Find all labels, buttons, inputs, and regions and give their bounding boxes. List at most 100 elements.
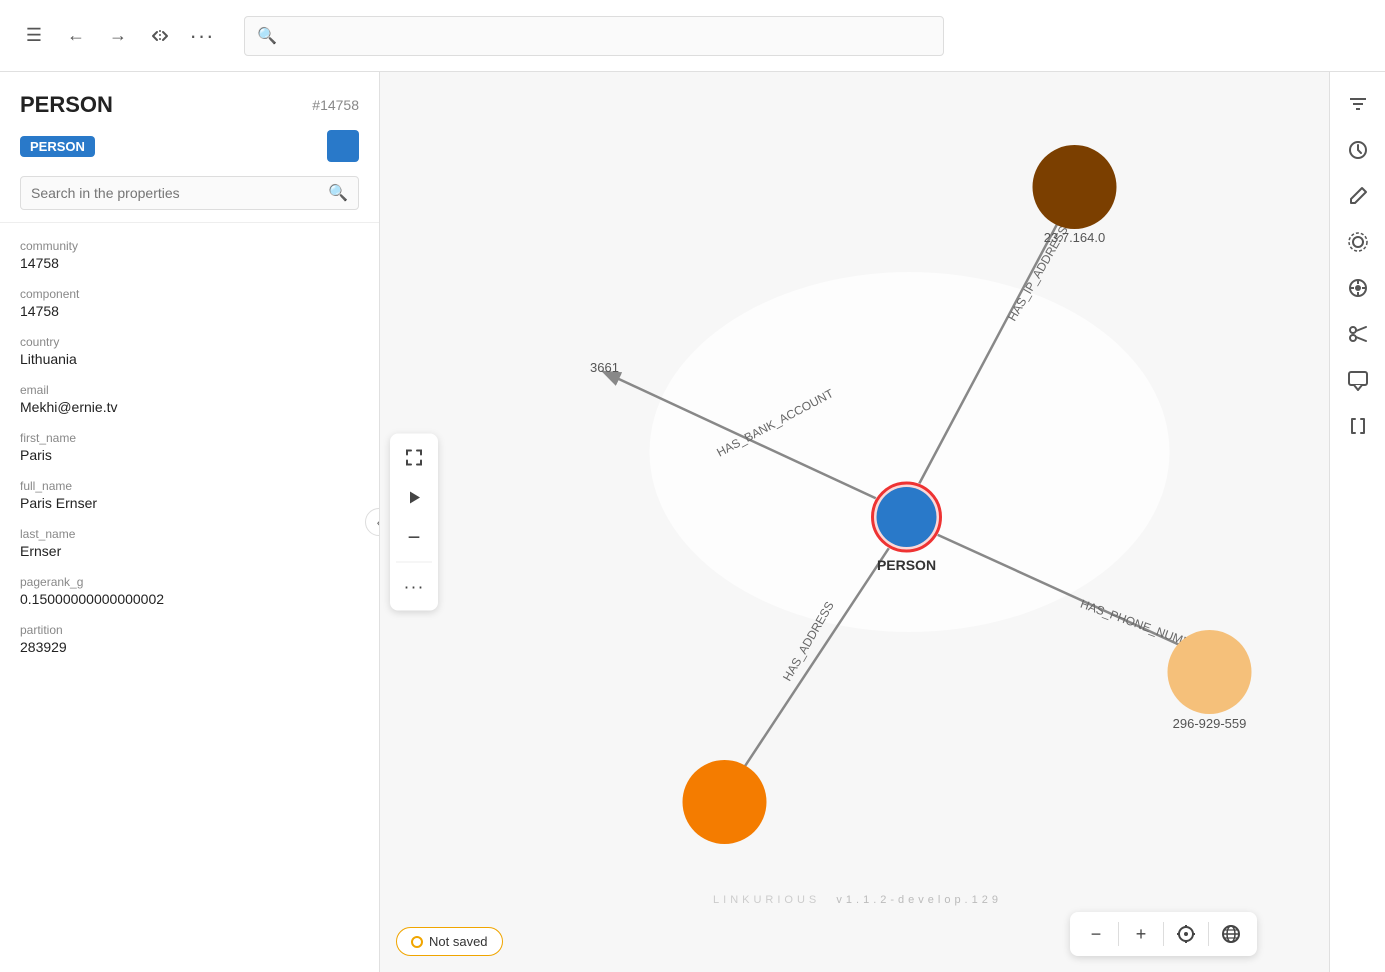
search-icon: 🔍 xyxy=(257,26,277,46)
back-button[interactable]: ← xyxy=(58,18,94,54)
property-item: last_name Ernser xyxy=(0,519,379,567)
prop-key: first_name xyxy=(20,431,359,445)
ip-node-circle[interactable] xyxy=(1033,145,1117,229)
not-saved-button[interactable]: Not saved xyxy=(396,927,503,956)
play-button[interactable] xyxy=(396,480,432,516)
bracket-icon xyxy=(1347,415,1369,437)
not-saved-label: Not saved xyxy=(429,934,488,949)
search-properties-icon: 🔍 xyxy=(328,183,348,203)
prop-key: community xyxy=(20,239,359,253)
more-button[interactable]: ··· xyxy=(184,18,220,54)
edit-icon xyxy=(1348,186,1368,206)
forward-button[interactable]: → xyxy=(100,18,136,54)
node-ip-address[interactable]: 23.7.164.0 xyxy=(1033,145,1117,245)
prop-value: 14758 xyxy=(20,255,359,271)
property-item: partition 283929 xyxy=(0,615,379,663)
fullscreen-button[interactable] xyxy=(396,440,432,476)
scissors-button[interactable] xyxy=(1338,314,1378,354)
property-item: first_name Paris xyxy=(0,423,379,471)
node-bank[interactable]: 3661 xyxy=(590,360,619,375)
zoom-divider xyxy=(1118,922,1119,946)
locate-button[interactable] xyxy=(1168,916,1204,952)
property-item: email Mekhi@ernie.tv xyxy=(0,375,379,423)
center-node-circle[interactable] xyxy=(877,487,937,547)
property-item: full_name Paris Ernser xyxy=(0,471,379,519)
prop-key: country xyxy=(20,335,359,349)
panel-tags: PERSON xyxy=(20,130,359,162)
search-bar: 🔍 xyxy=(244,16,944,56)
phone-node-circle[interactable] xyxy=(1168,630,1252,714)
color-swatch[interactable] xyxy=(327,130,359,162)
node-address[interactable] xyxy=(683,760,767,844)
search-properties-input[interactable] xyxy=(31,185,320,201)
filter-icon xyxy=(1347,93,1369,115)
property-item: component 14758 xyxy=(0,279,379,327)
target-button[interactable] xyxy=(1338,268,1378,308)
ip-node-label: 23.7.164.0 xyxy=(1044,230,1105,245)
node-phone[interactable]: 296-929-559 xyxy=(1168,630,1252,731)
toolbar-left: ☰ ← → ··· xyxy=(16,18,220,54)
property-item: community 14758 xyxy=(0,231,379,279)
search-input[interactable] xyxy=(285,28,931,44)
fullscreen-icon xyxy=(404,448,424,468)
prop-value: Lithuania xyxy=(20,351,359,367)
top-toolbar: ☰ ← → ··· 🔍 xyxy=(0,0,1385,72)
locate-icon xyxy=(1176,924,1196,944)
bracket-button[interactable] xyxy=(1338,406,1378,446)
zoom-out-button[interactable]: − xyxy=(1078,916,1114,952)
prop-value: Paris Ernser xyxy=(20,495,359,511)
zoom-out-graph-button[interactable]: − xyxy=(396,520,432,556)
property-item: country Lithuania xyxy=(0,327,379,375)
left-panel: PERSON #14758 PERSON 🔍 community 14758 c… xyxy=(0,72,380,972)
prop-value: Mekhi@ernie.tv xyxy=(20,399,359,415)
not-saved-indicator xyxy=(411,936,423,948)
zoom-in-button[interactable]: + xyxy=(1123,916,1159,952)
prop-key: partition xyxy=(20,623,359,637)
comment-button[interactable] xyxy=(1338,360,1378,400)
edit-button[interactable] xyxy=(1338,176,1378,216)
globe-button[interactable] xyxy=(1213,916,1249,952)
node-title: PERSON xyxy=(20,92,113,118)
prop-value: 283929 xyxy=(20,639,359,655)
graph-area[interactable]: − ··· HAS_IP_ADDRESS HAS_PHONE_NUMBER HA xyxy=(380,72,1329,972)
nodes-icon xyxy=(1347,231,1369,253)
bottom-bar: Not saved xyxy=(396,927,503,956)
panel-title-row: PERSON #14758 xyxy=(20,92,359,118)
properties-list: community 14758 component 14758 country … xyxy=(0,223,379,972)
embed-button[interactable] xyxy=(142,18,178,54)
menu-button[interactable]: ☰ xyxy=(16,18,52,54)
locate-divider xyxy=(1163,922,1164,946)
scissors-icon xyxy=(1347,323,1369,345)
play-icon xyxy=(406,490,422,506)
search-properties-bar: 🔍 xyxy=(20,176,359,210)
graph-canvas[interactable]: HAS_IP_ADDRESS HAS_PHONE_NUMBER HAS_ADDR… xyxy=(380,72,1329,972)
prop-value: Ernser xyxy=(20,543,359,559)
prop-key: full_name xyxy=(20,479,359,493)
globe-icon xyxy=(1221,924,1241,944)
comment-icon xyxy=(1347,369,1369,391)
nodes-button[interactable] xyxy=(1338,222,1378,262)
globe-divider xyxy=(1208,922,1209,946)
graph-more-button[interactable]: ··· xyxy=(396,569,432,605)
prop-value: Paris xyxy=(20,447,359,463)
address-node-circle[interactable] xyxy=(683,760,767,844)
prop-key: pagerank_g xyxy=(20,575,359,589)
bank-node-label: 3661 xyxy=(590,360,619,375)
main-area: PERSON #14758 PERSON 🔍 community 14758 c… xyxy=(0,72,1385,972)
property-item: pagerank_g 0.15000000000000002 xyxy=(0,567,379,615)
history-icon xyxy=(1347,139,1369,161)
history-button[interactable] xyxy=(1338,130,1378,170)
node-id: #14758 xyxy=(312,97,359,113)
prop-value: 0.15000000000000002 xyxy=(20,591,359,607)
embed-icon xyxy=(150,26,170,46)
panel-header: PERSON #14758 PERSON 🔍 xyxy=(0,72,379,223)
graph-controls: − ··· xyxy=(390,434,438,611)
filter-button[interactable] xyxy=(1338,84,1378,124)
prop-value: 14758 xyxy=(20,303,359,319)
phone-node-label: 296-929-559 xyxy=(1173,716,1247,731)
prop-key: component xyxy=(20,287,359,301)
node-person-center[interactable]: PERSON xyxy=(871,481,943,573)
node-type-badge: PERSON xyxy=(20,136,95,157)
bottom-right-controls: − + xyxy=(1070,912,1257,956)
divider xyxy=(396,562,432,563)
